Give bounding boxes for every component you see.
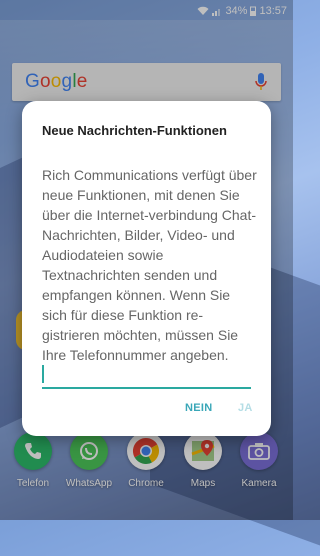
dialog-title: Neue Nachrichten-Funktionen — [42, 123, 227, 138]
no-button[interactable]: NEIN — [185, 402, 212, 414]
dialog-message: Rich Communications verfügt über neue Fu… — [42, 167, 257, 363]
phone-number-input[interactable] — [42, 363, 251, 389]
rcs-dialog: Neue Nachrichten-Funktionen Rich Communi… — [22, 101, 271, 436]
yes-button[interactable]: JA — [238, 402, 253, 414]
text-cursor — [42, 365, 44, 383]
